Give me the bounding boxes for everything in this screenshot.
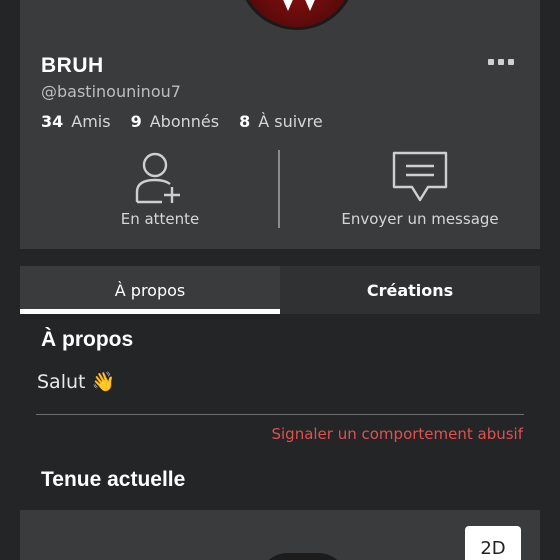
avatar-detail [281,0,295,11]
message-icon [392,151,448,202]
stat-friends[interactable]: 34 Amis [41,112,111,131]
report-abuse-link[interactable]: Signaler un comportement abusif [271,425,523,443]
stat-label: Abonnés [149,112,220,131]
outfit-heading: Tenue actuelle [41,468,186,491]
stat-value: 8 [239,112,251,131]
profile-tabs: À propos Créations [20,266,540,314]
avatar-detail [303,0,317,11]
view-2d-toggle[interactable]: 2D [465,526,521,560]
profile-page: BRUH @bastinouninou7 34 Amis 9 Abonnés 8 À … [0,0,560,560]
profile-card: BRUH @bastinouninou7 34 Amis 9 Abonnés 8 À … [20,0,540,249]
stat-value: 34 [41,112,64,131]
more-icon[interactable] [488,57,514,67]
stat-label: À suivre [258,112,323,131]
section-divider [36,414,524,415]
about-heading: À propos [41,328,134,351]
avatar-figure [258,553,348,560]
send-message-button[interactable]: Envoyer un message [300,150,540,230]
stats-row: 34 Amis 9 Abonnés 8 À suivre [41,112,323,131]
outfit-preview [20,510,540,560]
display-name: BRUH [41,54,104,77]
tab-creations[interactable]: Créations [280,266,540,314]
username: @bastinouninou7 [41,82,181,101]
stat-followers[interactable]: 9 Abonnés [131,112,220,131]
pending-friend-button[interactable]: En attente [80,150,240,230]
pending-label: En attente [120,210,200,228]
tab-about[interactable]: À propos [20,266,280,314]
about-text: Salut 👋 [37,371,116,393]
add-friend-icon [135,152,180,204]
avatar[interactable] [238,0,356,30]
message-label: Envoyer un message [341,210,499,228]
stat-value: 9 [130,112,142,131]
stat-following[interactable]: 8 À suivre [239,112,323,131]
action-divider [278,150,280,228]
stat-label: Amis [71,112,111,131]
